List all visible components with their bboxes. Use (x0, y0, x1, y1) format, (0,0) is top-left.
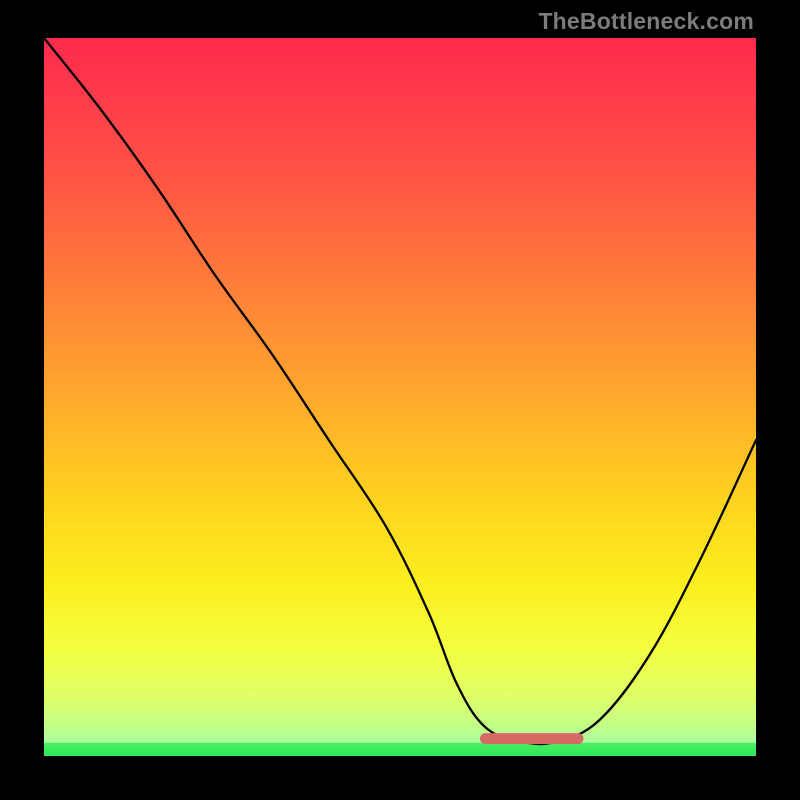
plot-area (44, 38, 756, 756)
bottleneck-curve (44, 38, 756, 744)
chart-frame: TheBottleneck.com (0, 0, 800, 800)
curve-layer (44, 38, 756, 756)
watermark-text: TheBottleneck.com (538, 8, 754, 35)
